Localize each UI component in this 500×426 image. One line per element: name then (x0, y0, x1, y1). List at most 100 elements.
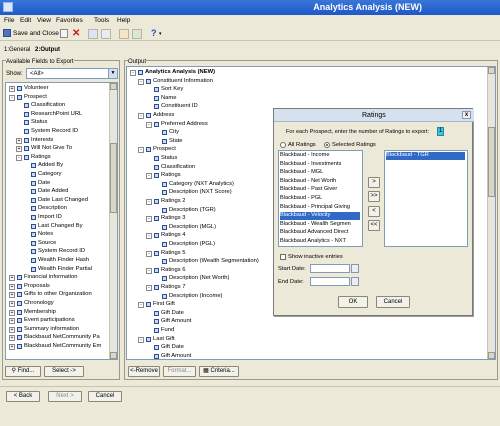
tree-node-label[interactable]: Constituent ID (161, 103, 198, 109)
collapse-icon[interactable]: - (138, 78, 144, 85)
tree-node-label[interactable]: ResearchPoint URL (31, 111, 82, 117)
folder-icon[interactable] (119, 29, 129, 39)
selected-ratings-list[interactable]: Blackbaud - TGR (384, 150, 468, 247)
calendar-icon[interactable] (351, 264, 359, 273)
tab-general[interactable]: 1:General (4, 47, 30, 53)
rating-list-item[interactable]: Blackbaud - Net Worth (280, 178, 360, 186)
tree-node-label[interactable]: City (169, 129, 179, 135)
tree-node-label[interactable]: Gift Date (161, 310, 184, 316)
rating-list-item[interactable]: Blackbaud - MGL (280, 169, 360, 177)
collapse-icon[interactable]: - (138, 302, 144, 309)
scroll-down-icon[interactable] (110, 352, 117, 359)
tree-node-label[interactable]: Gift Date (161, 344, 184, 350)
menu-favorites[interactable]: Favorites (56, 17, 83, 24)
expand-icon[interactable]: + (9, 344, 15, 350)
dialog-cancel-button[interactable]: Cancel (376, 296, 410, 308)
find-button[interactable]: ⚲ Find... (5, 366, 41, 377)
tree-node-label[interactable]: Wealth Finder Partial (38, 266, 92, 272)
menu-tools[interactable]: Tools (94, 17, 109, 24)
collapse-icon[interactable]: - (146, 233, 152, 240)
collapse-icon[interactable]: - (146, 267, 152, 274)
delete-icon[interactable]: ✕ (72, 28, 80, 39)
tree-node-label[interactable]: Will Not Give To (31, 145, 72, 151)
available-ratings-list[interactable]: Blackbaud - Income Blackbaud - Investment… (278, 150, 363, 247)
back-button[interactable]: < Back (6, 391, 40, 402)
select-button[interactable]: Select -> (44, 366, 84, 377)
tree-node-label[interactable]: Category (38, 171, 62, 177)
tree-node-label[interactable]: Preferred Address (161, 121, 208, 127)
rating-list-item[interactable]: Blackbaud - Principal Giving (280, 204, 360, 212)
tab-output[interactable]: 2:Output (35, 47, 60, 53)
chevron-down-icon[interactable]: ▼ (108, 69, 117, 78)
expand-icon[interactable]: + (9, 309, 15, 316)
expand-icon[interactable]: + (16, 146, 22, 153)
tree-node-label[interactable]: Date (38, 180, 50, 186)
tree-node-label[interactable]: Description (38, 205, 67, 211)
tree-node-label[interactable]: Prospect (24, 94, 47, 100)
ok-button[interactable]: OK (338, 296, 368, 308)
collapse-icon[interactable]: - (146, 285, 152, 291)
close-icon[interactable]: x (462, 111, 471, 119)
tree-node-label[interactable]: Wealth Finder Hash (38, 257, 89, 263)
tree-node-label[interactable]: Constituent Information (153, 78, 213, 84)
add-rating-button[interactable]: > (368, 177, 380, 188)
collapse-icon[interactable]: - (130, 70, 136, 76)
vertical-scrollbar[interactable] (109, 83, 117, 359)
ratings-count-input[interactable]: 1 (437, 127, 444, 136)
scroll-thumb[interactable] (488, 127, 495, 197)
rating-list-item[interactable]: Blackbaud - Income (280, 152, 360, 160)
end-date-input[interactable] (310, 277, 350, 286)
collapse-icon[interactable]: - (9, 94, 15, 101)
tree-node-label[interactable]: Last Gift (153, 336, 175, 342)
collapse-icon[interactable]: - (146, 250, 152, 257)
start-date-input[interactable] (310, 264, 350, 273)
rating-list-item[interactable]: Blackbaud - Investments (280, 161, 360, 169)
tree-node-label[interactable]: Prospect (153, 146, 176, 152)
menu-edit[interactable]: Edit (20, 17, 31, 24)
tree-node-label[interactable]: Event participations (24, 317, 75, 323)
expand-icon[interactable]: + (9, 335, 15, 342)
rating-list-item[interactable]: Blackbaud - Velocity (280, 212, 360, 221)
tree-node-label[interactable]: Ratings 4 (161, 232, 186, 238)
save-close-button[interactable]: Save and Close (13, 30, 59, 37)
tree-node-label[interactable]: Import ID (38, 214, 62, 220)
scroll-up-icon[interactable] (488, 67, 495, 74)
scroll-thumb[interactable] (110, 143, 117, 213)
expand-icon[interactable]: + (9, 292, 15, 299)
calendar-icon[interactable] (351, 277, 359, 286)
tree-node-label[interactable]: Description (Income) (169, 293, 222, 299)
rating-list-item[interactable]: Blackbaud Analytics - NXT (280, 238, 360, 246)
tree-node-label[interactable]: Date Added (38, 188, 68, 194)
tree-node-label[interactable]: Ratings (161, 172, 181, 178)
tree-node-label[interactable]: Description (TGR) (169, 207, 216, 213)
tree-node-label[interactable]: State (169, 138, 183, 144)
available-fields-tree[interactable]: + Volunteer - Prospect Classification Researc… (5, 82, 118, 360)
rating-list-item[interactable]: Blackbaud - Past Giver (280, 186, 360, 194)
expand-icon[interactable]: + (9, 283, 15, 290)
tree-node-label[interactable]: Date Last Changed (38, 197, 88, 203)
all-ratings-radio[interactable] (280, 142, 286, 148)
print-icon[interactable] (88, 29, 98, 39)
tree-node-label[interactable]: Fund (161, 327, 174, 333)
tree-node-label[interactable]: Gifts to other Organization (24, 291, 92, 297)
tree-node-label[interactable]: Description (Net Worth) (169, 275, 229, 281)
collapse-icon[interactable]: - (146, 173, 152, 180)
collapse-icon[interactable]: - (146, 121, 152, 128)
preview-icon[interactable] (101, 29, 111, 39)
tree-node-label[interactable]: Ratings 6 (161, 267, 186, 273)
rating-list-item[interactable]: Blackbaud - PGL (280, 195, 360, 203)
tree-node-label[interactable]: Last Changed By (38, 223, 82, 229)
rating-list-item[interactable]: Blackbaud Advanced Direct (280, 229, 360, 237)
menu-view[interactable]: View (37, 17, 51, 24)
tree-node-label[interactable]: Description (NXT Score) (169, 189, 232, 195)
expand-icon[interactable]: + (9, 318, 15, 325)
tree-node-label[interactable]: Blackbaud NetCommunity Pa (24, 334, 100, 340)
collapse-icon[interactable]: - (16, 154, 22, 161)
show-inactive-checkbox[interactable] (280, 254, 286, 260)
tree-node-label[interactable]: Status (161, 155, 177, 161)
tree-node-label[interactable]: Classification (161, 164, 195, 170)
export-icon[interactable] (132, 29, 142, 39)
tree-node-label[interactable]: Ratings 2 (161, 198, 186, 204)
tree-node-label[interactable]: Proposals (24, 283, 50, 289)
tree-node-label[interactable]: Description (Wealth Segmentation) (169, 258, 259, 264)
